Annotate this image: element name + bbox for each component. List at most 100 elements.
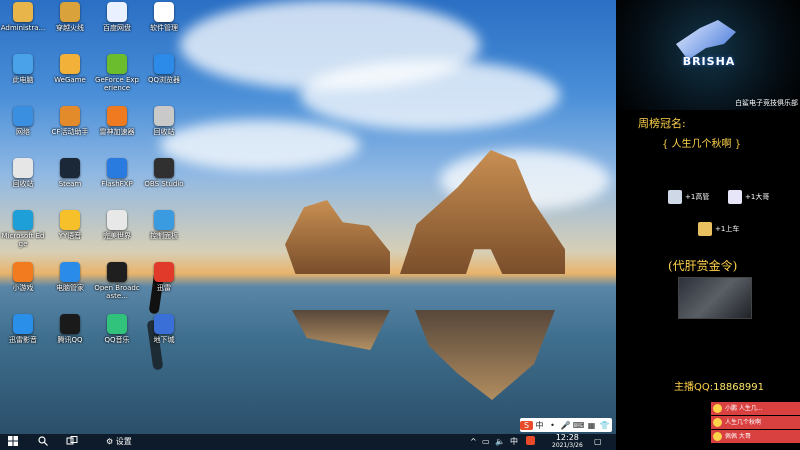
weapon-image xyxy=(678,277,752,319)
desktop-icon[interactable]: 迅雷影音 xyxy=(0,314,46,344)
ime-toolbar-item[interactable]: ▦ xyxy=(585,421,598,430)
volume-icon[interactable]: 🔈 xyxy=(495,436,505,448)
desktop-icon[interactable]: Administra... xyxy=(0,2,46,32)
desktop-icon[interactable]: 软件管理 xyxy=(141,2,187,32)
app-icon xyxy=(107,262,127,282)
ime-toolbar-item[interactable]: ⌨ xyxy=(572,421,585,430)
desktop-icon-label: 回收站 xyxy=(153,128,175,136)
desktop-wallpaper[interactable]: Administra... 穿越火线 百度网盘 软件管理此电脑 WeGame GeForc… xyxy=(0,0,616,434)
desktop-icon[interactable]: 百度网盘 xyxy=(94,2,140,32)
club-logo: BRISHA 白鲨电子竞技俱乐部 xyxy=(616,0,800,110)
desktop-icon-label: 回收站 xyxy=(12,180,34,188)
desktop-icon[interactable]: 回收站 xyxy=(141,106,187,136)
ime-toolbar-item[interactable]: 🎤 xyxy=(559,421,572,430)
desktop-icon-label: Administra... xyxy=(0,24,46,32)
desktop-icon[interactable]: 控制面板 xyxy=(141,210,187,240)
brand-logo-text: BRISHA xyxy=(682,55,736,68)
gift-notification: 人生几个秋啊 xyxy=(711,416,800,429)
desktop-icon[interactable]: FlashFXP xyxy=(94,158,140,188)
task-view-icon[interactable] xyxy=(66,436,78,448)
club-name: 白鲨电子竞技俱乐部 xyxy=(735,99,798,107)
desktop-icon[interactable]: 小游戏 xyxy=(0,262,46,292)
gift-notification-list: 小鹏 人生几... 人生几个秋啊 佩佩 大哥 xyxy=(711,402,800,445)
tray-expand-icon[interactable]: ^ xyxy=(470,436,477,448)
sogou-tray-icon[interactable] xyxy=(526,436,535,448)
desktop-icon[interactable]: 电脑管家 xyxy=(47,262,93,292)
desktop-icon[interactable]: 腾讯QQ xyxy=(47,314,93,344)
desktop-icon[interactable]: YY语音 xyxy=(47,210,93,240)
ime-toolbar-item[interactable]: 👕 xyxy=(598,421,611,430)
app-icon xyxy=(154,158,174,178)
desktop-icon-label: 迅雷影音 xyxy=(9,336,37,344)
ime-toolbar-item[interactable]: • xyxy=(546,421,559,430)
desktop-icon-label: 此电脑 xyxy=(12,76,34,84)
desktop-icon-label: 电脑管家 xyxy=(56,284,84,292)
desktop-icon[interactable]: QQ浏览器 xyxy=(141,54,187,84)
desktop-icon-label: Microsoft Edge xyxy=(1,232,45,248)
desktop-icon[interactable]: WeGame xyxy=(47,54,93,84)
qq-label: 主播QQ: xyxy=(674,382,714,393)
desktop-icon[interactable]: 网络 xyxy=(0,106,46,136)
clock[interactable]: 12:28 2021/3/26 xyxy=(552,434,583,450)
notification-center-icon[interactable]: ▢ xyxy=(594,436,602,448)
app-icon xyxy=(154,54,174,74)
award-item: +1高管 xyxy=(668,190,709,204)
desktop-icon-label: 地下城 xyxy=(153,336,175,344)
windows-logo-icon[interactable] xyxy=(8,436,18,448)
award-badge-icon xyxy=(668,190,682,204)
desktop-icon[interactable]: OBS Studio xyxy=(141,158,187,188)
desktop-icon-label: 网络 xyxy=(16,128,30,136)
desktop-icon[interactable]: 雷神加速器 xyxy=(94,106,140,136)
desktop-icon[interactable]: Open Broadcaste... xyxy=(94,262,140,300)
ime-toolbar[interactable]: S 中 • 🎤 ⌨ ▦ 👕 xyxy=(520,418,612,432)
gear-icon: ⚙ xyxy=(106,437,114,446)
desktop-icon-label: 小游戏 xyxy=(12,284,34,292)
app-icon xyxy=(154,314,174,334)
desktop-icon-label: GeForce Experience xyxy=(95,76,139,92)
desktop-icon-label: Open Broadcaste... xyxy=(94,284,140,300)
gift-notification: 佩佩 大哥 xyxy=(711,430,800,443)
award-label: +1大哥 xyxy=(745,193,770,201)
desktop-icon-label: FlashFXP xyxy=(101,180,133,188)
ime-language-indicator[interactable]: 中 xyxy=(510,436,518,448)
settings-taskbar-button[interactable]: ⚙ 设置 xyxy=(106,436,132,448)
desktop-icon[interactable]: QQ音乐 xyxy=(94,314,140,344)
award-item: +1上车 xyxy=(698,222,739,236)
network-icon[interactable]: ▭ xyxy=(482,436,490,448)
award-badge-icon xyxy=(728,190,742,204)
app-icon xyxy=(154,2,174,22)
search-icon[interactable] xyxy=(38,436,48,448)
weekly-title: 周榜冠名: xyxy=(638,117,686,130)
desktop-icon[interactable]: 地下城 xyxy=(141,314,187,344)
desktop-icon[interactable]: CF活动助手 xyxy=(47,106,93,136)
app-icon xyxy=(107,2,127,22)
desktop-icon[interactable]: 完美世界 xyxy=(94,210,140,240)
desktop-icon-grid: Administra... 穿越火线 百度网盘 软件管理此电脑 WeGame GeForc… xyxy=(0,0,616,434)
app-icon xyxy=(13,262,33,282)
desktop-icon-label: 软件管理 xyxy=(150,24,178,32)
app-icon xyxy=(60,210,80,230)
app-icon xyxy=(13,54,33,74)
app-icon xyxy=(60,54,80,74)
desktop-icon[interactable]: GeForce Experience xyxy=(94,54,140,92)
desktop-icon[interactable]: Microsoft Edge xyxy=(0,210,46,248)
app-icon xyxy=(154,210,174,230)
desktop-icon-label: OBS Studio xyxy=(144,180,184,188)
desktop-icon-label: Steam xyxy=(58,180,82,188)
desktop-icon-label: 百度网盘 xyxy=(103,24,131,32)
desktop-icon-label: 穿越火线 xyxy=(56,24,84,32)
desktop-icon[interactable]: 穿越火线 xyxy=(47,2,93,32)
app-icon xyxy=(13,2,33,22)
bounty-title: (代肝赏金令) xyxy=(668,259,738,273)
ime-toolbar-item[interactable]: S xyxy=(520,420,533,430)
app-icon xyxy=(154,106,174,126)
desktop-icon-label: 腾讯QQ xyxy=(57,336,83,344)
streamer-qq: 主播QQ:18868991 xyxy=(674,378,764,393)
desktop-icon[interactable]: Steam xyxy=(47,158,93,188)
award-label: +1上车 xyxy=(715,225,740,233)
desktop-icon[interactable]: 迅雷 xyxy=(141,262,187,292)
desktop-icon-label: 迅雷 xyxy=(157,284,171,292)
ime-toolbar-item[interactable]: 中 xyxy=(533,420,546,431)
desktop-icon[interactable]: 此电脑 xyxy=(0,54,46,84)
desktop-icon[interactable]: 回收站 xyxy=(0,158,46,188)
